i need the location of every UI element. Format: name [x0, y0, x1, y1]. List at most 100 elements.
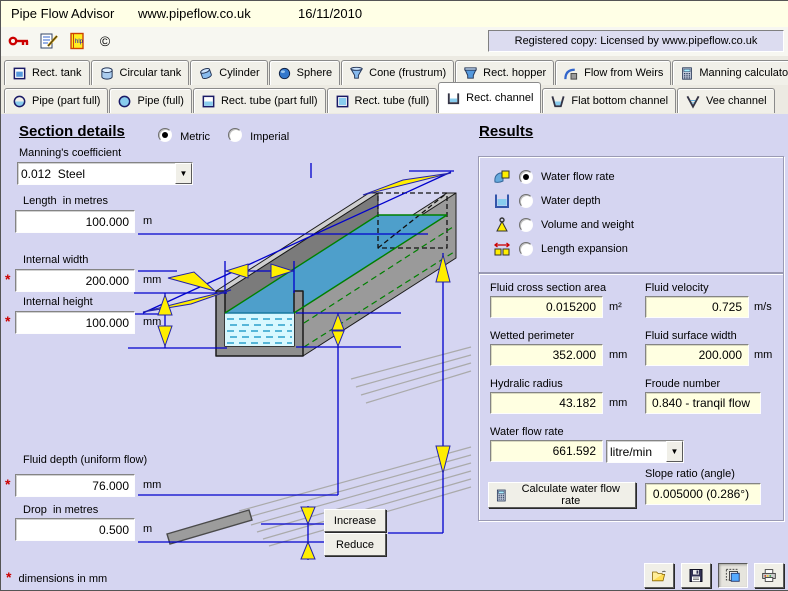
- option-length-expansion[interactable]: Length expansion: [493, 241, 628, 257]
- internal-height-input[interactable]: [15, 311, 135, 334]
- tab-label: Flat bottom channel: [571, 95, 669, 107]
- tab-circular-tank[interactable]: Circular tank: [90, 60, 190, 85]
- date-text: 16/11/2010: [298, 6, 363, 21]
- required-marker: *: [5, 313, 11, 329]
- tab-vee-channel[interactable]: Vee channel: [677, 88, 775, 113]
- water-depth-radio[interactable]: [519, 194, 533, 208]
- dimensions-footnote: * dimensions in mm: [6, 569, 107, 585]
- tab-label: Circular tank: [119, 67, 182, 79]
- wetted-perimeter-unit: mm: [609, 349, 628, 361]
- calculate-water-flow-rate-button[interactable]: Calculate water flow rate: [488, 482, 636, 508]
- register-notepad-icon[interactable]: [37, 30, 61, 52]
- tab-rect-tube-part-full[interactable]: Rect. tube (part full): [192, 88, 326, 113]
- flat-bottom-channel-icon: [551, 95, 565, 107]
- froude-number-label: Froude number: [645, 378, 721, 390]
- rect-channel-icon: [448, 92, 460, 104]
- drop-input[interactable]: [15, 518, 135, 541]
- copy-image-button[interactable]: [718, 563, 748, 588]
- tab-sphere[interactable]: Sphere: [268, 60, 341, 85]
- help-book-icon[interactable]: hlp: [65, 30, 89, 52]
- water-flow-rate-value: 661.592: [490, 440, 603, 462]
- reduce-button[interactable]: Reduce: [324, 533, 386, 556]
- internal-width-input[interactable]: [15, 269, 135, 292]
- hydraulic-radius-unit: mm: [609, 397, 628, 409]
- volume-weight-radio[interactable]: [519, 218, 533, 232]
- tab-rect-tank[interactable]: Rect. tank: [4, 60, 90, 85]
- water-flow-rate-radio[interactable]: [519, 170, 533, 184]
- registered-copy-badge: Registered copy: Licensed by www.pipeflo…: [488, 30, 784, 52]
- manning-coefficient-select[interactable]: 0.012 Steel ▼: [17, 162, 193, 185]
- tab-pipe-part-full[interactable]: Pipe (part full): [4, 88, 109, 113]
- tab-cylinder[interactable]: Cylinder: [190, 60, 268, 85]
- fluid-depth-unit: mm: [143, 479, 162, 491]
- shape-tab-strip: Rect. tank Circular tank Cylinder Sphere…: [1, 56, 788, 114]
- results-values-groupbox: Fluid cross section area 0.015200 m² Flu…: [478, 273, 784, 521]
- velocity-value: 0.725: [645, 296, 749, 318]
- rect-tube-full-icon: [336, 95, 348, 107]
- slope-ratio-label: Slope ratio (angle): [645, 468, 735, 480]
- imperial-radio[interactable]: Imperial: [228, 128, 289, 143]
- cross-area-label: Fluid cross section area: [490, 282, 607, 294]
- option-label: Water depth: [541, 195, 601, 207]
- tab-flat-bottom-channel[interactable]: Flat bottom channel: [542, 88, 677, 113]
- tab-label: Pipe (part full): [32, 95, 101, 107]
- option-label: Water flow rate: [541, 171, 615, 183]
- cylinder-icon: [200, 67, 213, 79]
- sphere-icon: [278, 67, 290, 79]
- tab-row-1: Rect. tank Circular tank Cylinder Sphere…: [4, 56, 788, 85]
- length-input[interactable]: [15, 210, 135, 233]
- water-flow-rate-label: Water flow rate: [490, 426, 564, 438]
- tab-pipe-full[interactable]: Pipe (full): [109, 88, 192, 113]
- footnote-text: dimensions in mm: [18, 573, 108, 585]
- flow-unit-value: litre/min: [610, 444, 653, 459]
- tab-label: Flow from Weirs: [584, 67, 664, 79]
- tab-label: Rect. tube (part full): [220, 95, 318, 107]
- tab-label: Vee channel: [706, 95, 767, 107]
- key-icon[interactable]: [7, 30, 31, 52]
- flow-unit-select[interactable]: litre/min ▼: [606, 440, 684, 463]
- imperial-label: Imperial: [250, 131, 290, 143]
- pipe-part-full-icon: [13, 95, 26, 107]
- tab-flow-from-weirs[interactable]: Flow from Weirs: [555, 60, 672, 85]
- print-button[interactable]: [754, 563, 784, 588]
- rect-hopper-icon: [464, 66, 478, 79]
- tab-cone-frustrum[interactable]: Cone (frustrum): [341, 60, 455, 85]
- app-title: Pipe Flow Advisor: [11, 6, 115, 21]
- tab-label: Sphere: [296, 67, 333, 79]
- water-depth-icon: [495, 194, 509, 208]
- cross-area-value: 0.015200: [490, 296, 603, 318]
- vee-channel-icon: [686, 95, 700, 109]
- option-volume-and-weight[interactable]: Volume and weight: [493, 217, 634, 233]
- calculate-button-label: Calculate water flow rate: [521, 483, 620, 507]
- hydraulic-radius-label: Hydralic radius: [490, 378, 563, 390]
- froude-number-value: 0.840 - tranqil flow: [645, 392, 761, 414]
- length-unit: m: [143, 215, 153, 227]
- fluid-depth-input[interactable]: [15, 474, 135, 497]
- tab-manning-calculator[interactable]: Manning calculator: [672, 60, 788, 85]
- metric-radio[interactable]: Metric: [158, 128, 210, 143]
- option-label: Volume and weight: [541, 219, 634, 231]
- metric-radio-circle[interactable]: [158, 128, 172, 142]
- drop-unit: m: [143, 523, 153, 535]
- cross-area-unit: m²: [609, 301, 622, 313]
- increase-button[interactable]: Increase: [324, 509, 386, 532]
- length-expansion-icon: [493, 242, 511, 256]
- open-folder-icon: [652, 570, 666, 581]
- imperial-radio-circle[interactable]: [228, 128, 242, 142]
- length-expansion-radio[interactable]: [519, 242, 533, 256]
- tab-label: Manning calculator: [699, 67, 788, 79]
- option-water-flow-rate[interactable]: Water flow rate: [493, 169, 615, 185]
- copyright-icon[interactable]: ©: [93, 30, 117, 52]
- option-water-depth[interactable]: Water depth: [493, 193, 601, 209]
- manning-calculator-icon: [682, 66, 693, 80]
- open-file-button[interactable]: [644, 563, 674, 588]
- tab-rect-tube-full[interactable]: Rect. tube (full): [326, 88, 438, 113]
- save-button[interactable]: [681, 563, 711, 588]
- tab-label: Rect. channel: [466, 92, 534, 104]
- chevron-down-icon[interactable]: ▼: [175, 163, 192, 184]
- manning-coefficient-value: 0.012 Steel: [21, 166, 86, 181]
- chevron-down-icon[interactable]: ▼: [666, 441, 683, 462]
- tab-rect-channel[interactable]: Rect. channel: [438, 82, 542, 113]
- hydraulic-radius-value: 43.182: [490, 392, 603, 414]
- circular-tank-icon: [100, 66, 113, 80]
